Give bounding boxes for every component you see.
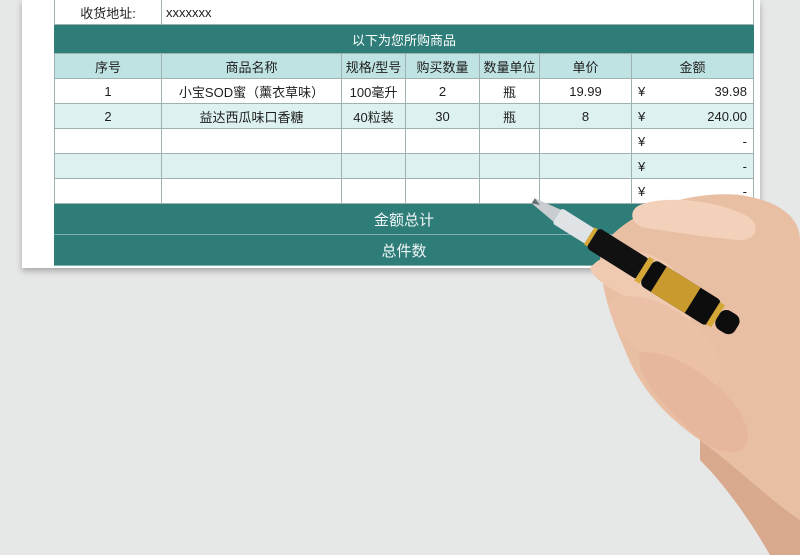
- cell-unit[interactable]: [480, 129, 540, 154]
- cell-price[interactable]: [540, 154, 632, 179]
- amount-value: -: [742, 158, 747, 174]
- cell-amount[interactable]: ¥ -: [632, 129, 754, 154]
- cell-name[interactable]: [162, 179, 342, 204]
- order-table: 收货地址: xxxxxxx 以下为您所购商品 序号 商品名称 规格/型号 购买数…: [54, 0, 760, 266]
- amount-value: -: [742, 133, 747, 149]
- cell-unit[interactable]: [480, 154, 540, 179]
- amount-value: 240.00: [707, 108, 747, 124]
- currency-symbol: ¥: [638, 158, 646, 174]
- cell-no[interactable]: [54, 154, 162, 179]
- total-amount-label: 金额总计: [54, 204, 754, 235]
- cell-spec[interactable]: [342, 129, 406, 154]
- col-header-name: 商品名称: [162, 54, 342, 79]
- cell-qty[interactable]: 30: [406, 104, 480, 129]
- currency-symbol: ¥: [638, 183, 646, 199]
- col-header-amount: 金额: [632, 54, 754, 79]
- cell-spec[interactable]: [342, 154, 406, 179]
- table-row: 2 益达西瓜味口香糖 40粒装 30 瓶 8 ¥ 240.00: [54, 104, 760, 129]
- table-row: ¥ -: [54, 129, 760, 154]
- currency-symbol: ¥: [638, 133, 646, 149]
- currency-symbol: ¥: [638, 83, 646, 99]
- cell-no[interactable]: 1: [54, 79, 162, 104]
- cell-no[interactable]: [54, 129, 162, 154]
- cell-name[interactable]: [162, 129, 342, 154]
- cell-price[interactable]: 19.99: [540, 79, 632, 104]
- cell-spec[interactable]: [342, 179, 406, 204]
- col-header-no: 序号: [54, 54, 162, 79]
- col-header-price: 单价: [540, 54, 632, 79]
- cell-price[interactable]: [540, 129, 632, 154]
- col-header-spec: 规格/型号: [342, 54, 406, 79]
- address-value[interactable]: xxxxxxx: [162, 0, 754, 25]
- table-row: ¥ -: [54, 154, 760, 179]
- col-header-qty: 购买数量: [406, 54, 480, 79]
- cell-qty[interactable]: 2: [406, 79, 480, 104]
- amount-value: 39.98: [714, 83, 747, 99]
- cell-amount[interactable]: ¥ -: [632, 179, 754, 204]
- cell-qty[interactable]: [406, 179, 480, 204]
- cell-unit[interactable]: [480, 179, 540, 204]
- address-row: 收货地址: xxxxxxx: [54, 0, 760, 25]
- table-row: 1 小宝SOD蜜（薰衣草味） 100毫升 2 瓶 19.99 ¥ 39.98: [54, 79, 760, 104]
- cell-spec[interactable]: 40粒装: [342, 104, 406, 129]
- table-header: 序号 商品名称 规格/型号 购买数量 数量单位 单价 金额: [54, 54, 760, 79]
- cell-amount[interactable]: ¥ 240.00: [632, 104, 754, 129]
- cell-no[interactable]: 2: [54, 104, 162, 129]
- cell-price[interactable]: 8: [540, 104, 632, 129]
- currency-symbol: ¥: [638, 108, 646, 124]
- spreadsheet-sheet: 收货地址: xxxxxxx 以下为您所购商品 序号 商品名称 规格/型号 购买数…: [22, 0, 760, 268]
- cell-name[interactable]: 小宝SOD蜜（薰衣草味）: [162, 79, 342, 104]
- cell-no[interactable]: [54, 179, 162, 204]
- cell-price[interactable]: [540, 179, 632, 204]
- cell-qty[interactable]: [406, 154, 480, 179]
- total-count-label: 总件数: [54, 235, 754, 266]
- cell-amount[interactable]: ¥ 39.98: [632, 79, 754, 104]
- section-banner: 以下为您所购商品: [54, 25, 754, 54]
- address-label: 收货地址:: [54, 0, 162, 25]
- amount-value: -: [742, 183, 747, 199]
- cell-unit[interactable]: 瓶: [480, 79, 540, 104]
- table-row: ¥ -: [54, 179, 760, 204]
- cell-name[interactable]: [162, 154, 342, 179]
- cell-name[interactable]: 益达西瓜味口香糖: [162, 104, 342, 129]
- cell-qty[interactable]: [406, 129, 480, 154]
- cell-spec[interactable]: 100毫升: [342, 79, 406, 104]
- cell-amount[interactable]: ¥ -: [632, 154, 754, 179]
- col-header-unit: 数量单位: [480, 54, 540, 79]
- cell-unit[interactable]: 瓶: [480, 104, 540, 129]
